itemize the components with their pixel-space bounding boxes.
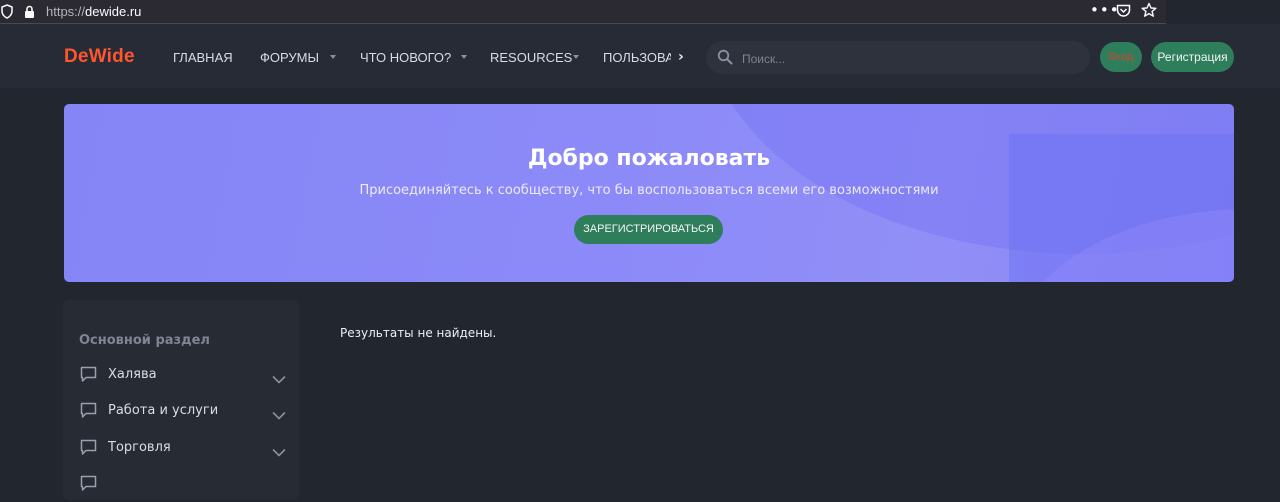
site-header: DeWide ГЛАВНАЯ ФОРУМЫ ЧТО НОВОГО? RESOUR… (0, 24, 1280, 88)
sidebar-item-partial[interactable] (63, 472, 299, 502)
url-host: dewide.ru (85, 4, 142, 19)
sidebar-item-label: Работа и услуги (108, 403, 219, 418)
site-logo[interactable]: DeWide (64, 46, 135, 68)
nav-whats-new-caret-icon[interactable] (461, 55, 467, 59)
url-text[interactable]: https://dewide.ru (46, 4, 141, 19)
sidebar-item-freebies[interactable]: Халява (63, 363, 299, 393)
chat-bubble-icon (80, 475, 97, 496)
register-button[interactable]: Регистрация (1151, 42, 1234, 72)
nav-forums-caret-icon[interactable] (330, 55, 336, 59)
welcome-banner: Добро пожаловать Присоединяйтесь к сообщ… (64, 104, 1234, 282)
search-icon[interactable] (717, 49, 733, 69)
chat-bubble-icon (80, 402, 97, 423)
sidebar-section-title: Основной раздел (79, 333, 210, 348)
nav-resources-caret-icon[interactable] (573, 55, 579, 59)
nav-whats-new[interactable]: ЧТО НОВОГО? (360, 50, 451, 65)
nav-forums[interactable]: ФОРУМЫ (260, 50, 319, 65)
bookmark-star-icon[interactable] (1141, 2, 1157, 22)
no-results-message: Результаты не найдены. (340, 326, 497, 340)
nav-scroll-right-icon[interactable]: › (678, 49, 684, 65)
banner-register-button[interactable]: ЗАРЕГИСТРИРОВАТЬСЯ (574, 215, 723, 244)
chevron-down-icon[interactable] (272, 369, 286, 388)
chevron-down-icon[interactable] (272, 442, 286, 461)
banner-subtitle: Присоединяйтесь к сообществу, что бы вос… (359, 183, 939, 198)
shield-icon[interactable] (1, 4, 13, 23)
nav-members[interactable]: ПОЛЬЗОВА (603, 50, 671, 65)
chat-bubble-icon (80, 366, 97, 387)
banner-title: Добро пожаловать (527, 146, 771, 171)
chat-bubble-icon (80, 439, 97, 460)
nav-resources[interactable]: RESOURCES (490, 50, 572, 65)
search-input[interactable] (740, 41, 1074, 76)
nav-home[interactable]: ГЛАВНАЯ (173, 50, 233, 65)
login-button[interactable]: Вход (1100, 42, 1142, 72)
pocket-icon[interactable] (1116, 3, 1131, 22)
search-box[interactable] (706, 41, 1090, 76)
browser-url-bar[interactable]: https://dewide.ru ••• (0, 0, 1166, 24)
url-scheme: https:// (46, 4, 86, 19)
sidebar-item-label: Халява (108, 367, 157, 382)
chevron-down-icon[interactable] (272, 405, 286, 424)
sidebar: Основной раздел Халява Работа и услуги Т… (63, 300, 299, 500)
sidebar-item-trading[interactable]: Торговля (63, 436, 299, 466)
sidebar-item-work-services[interactable]: Работа и услуги (63, 399, 299, 429)
toolbar-spacer (1166, 0, 1280, 24)
lock-icon[interactable] (24, 4, 35, 23)
sidebar-item-label: Торговля (108, 440, 171, 455)
